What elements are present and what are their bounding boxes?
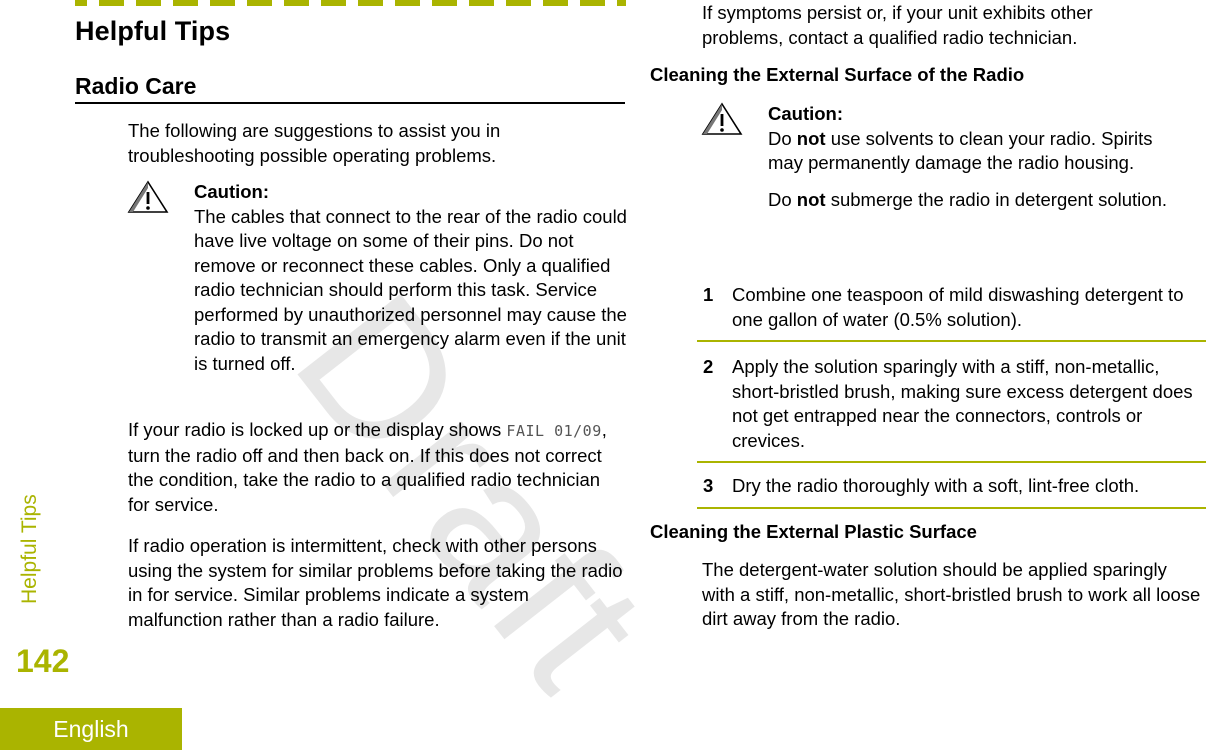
step-text: Combine one teaspoon of mild diswashing … <box>732 284 1184 330</box>
step-number: 1 <box>703 284 714 305</box>
step-text: Apply the solution sparingly with a stif… <box>732 356 1193 451</box>
header-dash-segment <box>432 0 457 6</box>
step-text: Dry the radio thoroughly with a soft, li… <box>732 475 1140 496</box>
symptoms-paragraph: If symptoms persist or, if your unit exh… <box>702 2 1093 48</box>
caution-line1-prefix: Do <box>768 127 797 149</box>
caution-line2-suffix: submerge the radio in detergent solution… <box>825 188 1167 210</box>
header-dash-segment <box>173 0 198 6</box>
warning-triangle-icon <box>127 180 169 213</box>
caution-block-right: Caution: Do not use solvents to clean yo… <box>768 102 1188 212</box>
locked-up-paragraph: If your radio is locked up or the displa… <box>128 418 608 517</box>
header-dash-segment <box>284 0 309 6</box>
language-tab: English <box>0 708 182 750</box>
header-dash-segment <box>75 0 87 6</box>
display-code: FAIL 01/09 <box>506 422 602 440</box>
header-dash-segment <box>543 0 568 6</box>
warning-triangle-icon <box>701 102 743 135</box>
step-item: 2 Apply the solution sparingly with a st… <box>697 355 1206 463</box>
step-number: 3 <box>703 475 714 496</box>
intermittent-paragraph: If radio operation is intermittent, chec… <box>128 535 623 630</box>
intro-paragraph: The following are suggestions to assist … <box>128 120 501 166</box>
step-item: 1 Combine one teaspoon of mild diswashin… <box>697 283 1206 342</box>
caution-text: The cables that connect to the rear of t… <box>194 205 627 374</box>
header-dash-segment <box>321 0 346 6</box>
caution-line1-suffix: use solvents to clean your radio. Spirit… <box>768 127 1153 174</box>
caution-line2-bold: not <box>796 188 826 210</box>
header-dash-segment <box>210 0 235 6</box>
caution-line1-bold: not <box>796 127 826 149</box>
header-dash-segment <box>580 0 605 6</box>
caution-block-left: Caution: The cables that connect to the … <box>194 180 634 376</box>
heading-plastic-surface: Cleaning the External Plastic Surface <box>650 521 977 542</box>
header-dash-segment <box>469 0 494 6</box>
locked-text-before: If your radio is locked up or the displa… <box>128 419 507 440</box>
caution-label: Caution: <box>768 103 844 124</box>
chapter-title: Helpful Tips <box>75 16 231 46</box>
side-section-label: Helpful Tips <box>18 494 41 604</box>
header-dash-bar <box>75 0 626 6</box>
caution-line2-prefix: Do <box>768 188 797 210</box>
step-item: 3 Dry the radio thoroughly with a soft, … <box>697 474 1206 509</box>
header-dash-segment <box>99 0 124 6</box>
header-dash-segment <box>395 0 420 6</box>
header-dash-segment <box>617 0 626 6</box>
step-number: 2 <box>703 356 714 377</box>
header-dash-segment <box>247 0 272 6</box>
plastic-paragraph: The detergent-water solution should be a… <box>702 559 1201 629</box>
header-dash-segment <box>358 0 383 6</box>
page-number: 142 <box>16 643 70 679</box>
caution-label: Caution: <box>194 181 270 202</box>
heading-external-surface: Cleaning the External Surface of the Rad… <box>650 64 1025 85</box>
header-dash-segment <box>136 0 161 6</box>
caution-line2: Do not submerge the radio in detergent s… <box>768 188 1188 213</box>
header-dash-segment <box>506 0 531 6</box>
section-title-radio-care: Radio Care <box>75 73 625 104</box>
